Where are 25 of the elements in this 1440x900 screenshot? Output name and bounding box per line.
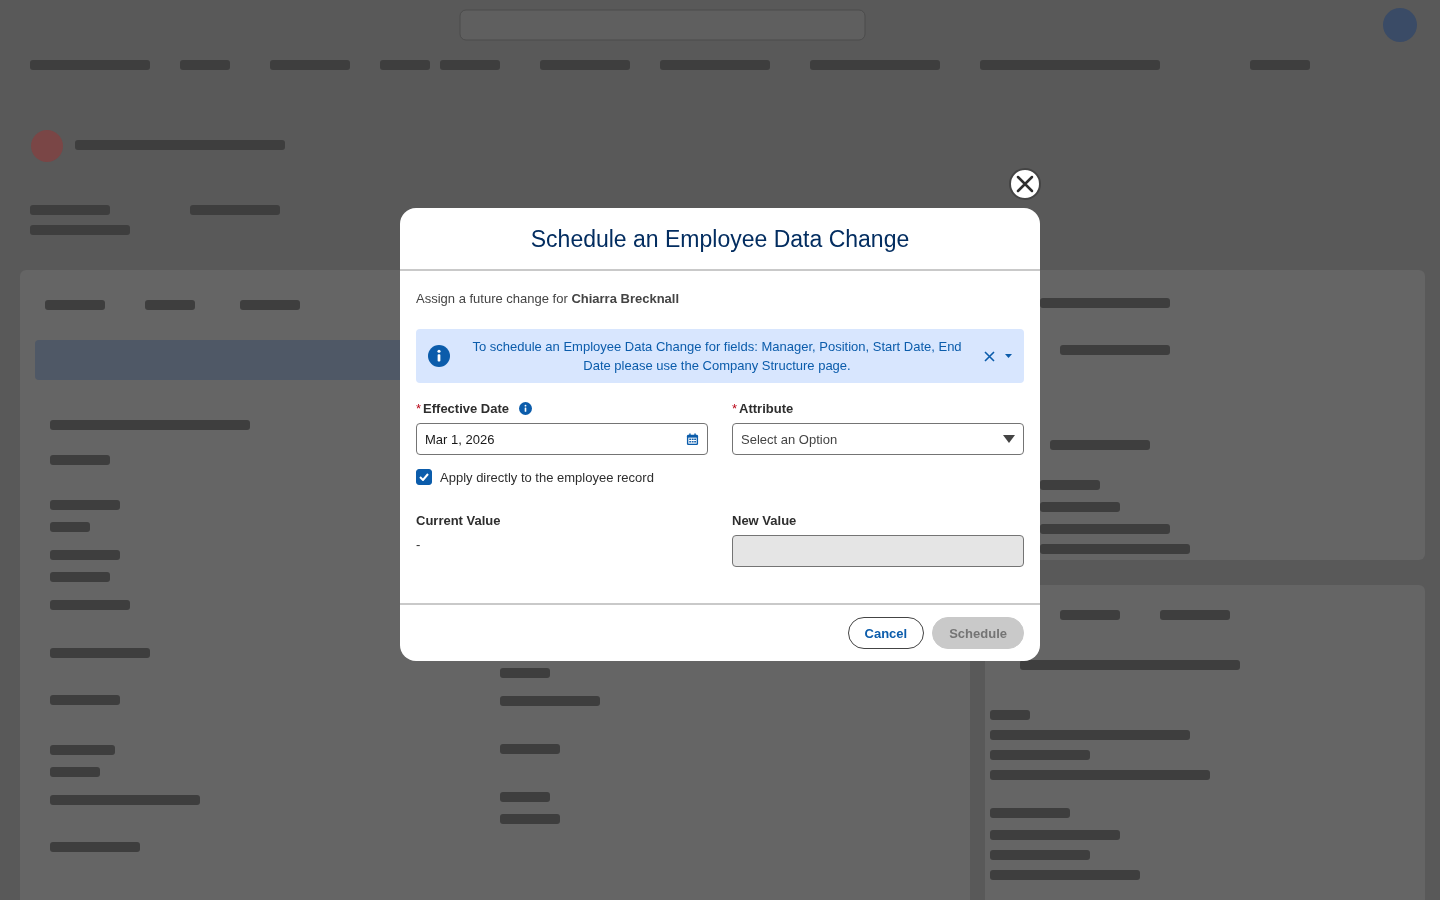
field-label: Effective Date	[423, 400, 510, 416]
field-label: Attribute	[739, 400, 794, 416]
field-label: New Value	[732, 512, 797, 528]
close-button[interactable]	[1009, 168, 1041, 200]
current-value: -	[416, 537, 421, 552]
required-mark: *	[732, 400, 738, 416]
field-label: Current Value	[416, 512, 501, 528]
calendar-icon	[686, 432, 699, 446]
close-icon[interactable]	[984, 350, 995, 362]
checkbox-label: Apply directly to the employee record	[440, 469, 654, 485]
required-mark: *	[416, 400, 422, 416]
date-input[interactable]: Mar 1, 2026	[416, 423, 708, 455]
checkmark-icon	[419, 473, 429, 481]
intro-text: Assign a future change for Chiarra Brecknall	[416, 291, 680, 306]
caret-icon	[1003, 435, 1015, 443]
record-icon	[31, 130, 63, 162]
modal-title: Schedule an Employee Data Change	[530, 226, 910, 253]
close-icon	[1016, 175, 1034, 193]
attribute-select[interactable]: Select an Option	[732, 423, 1024, 455]
notice-text: To schedule an Employee Data Change for fields: Manager, Position, Start Date, End Date please use the Company Structure page.	[471, 338, 963, 375]
info-icon	[428, 345, 450, 367]
avatar-drawing	[1383, 8, 1417, 42]
cancel-button[interactable]: Cancel	[847, 617, 925, 649]
caret-icon[interactable]	[1005, 354, 1012, 358]
checkbox[interactable]	[416, 469, 432, 485]
